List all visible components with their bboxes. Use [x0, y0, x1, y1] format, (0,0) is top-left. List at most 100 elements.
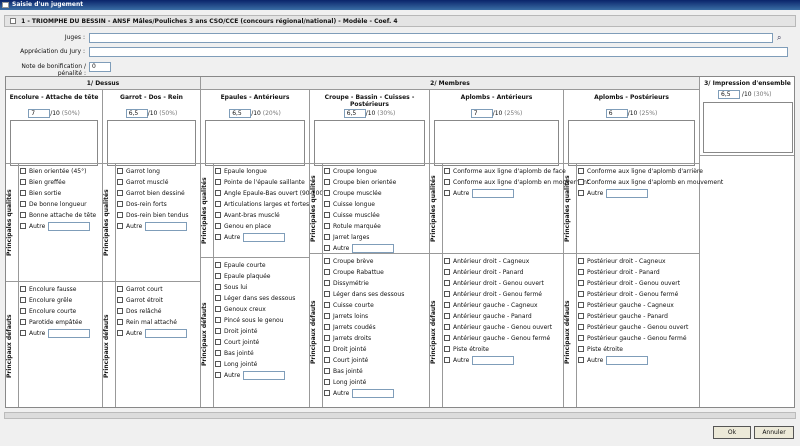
autre-item[interactable]: Autre: [215, 233, 286, 243]
checkbox[interactable]: [324, 178, 330, 185]
checkbox[interactable]: [215, 316, 221, 323]
checkbox-item[interactable]: Antérieur gauche - Panard: [444, 312, 532, 322]
checkbox-item[interactable]: Antérieur gauche - Genou ouvert: [444, 323, 552, 333]
autre-input[interactable]: [145, 222, 188, 231]
checkbox-item[interactable]: Antérieur droit - Cagneux: [444, 257, 529, 267]
checkbox[interactable]: [20, 307, 26, 314]
checkbox-item[interactable]: Dos-rein forts: [117, 200, 167, 210]
checkbox-item[interactable]: Avant-bras musclé: [215, 211, 280, 221]
checkbox[interactable]: [117, 167, 123, 174]
checkbox[interactable]: [215, 178, 221, 185]
comment-box[interactable]: [568, 120, 695, 166]
note-input[interactable]: 6,5: [343, 109, 366, 118]
autre-input[interactable]: [243, 371, 286, 380]
comment-box[interactable]: [434, 120, 559, 166]
checkbox-item[interactable]: Droit jointé: [215, 327, 257, 337]
comment-box[interactable]: [314, 120, 425, 166]
checkbox-item[interactable]: Garrot long: [117, 167, 160, 177]
checkbox[interactable]: [578, 290, 584, 297]
checkbox[interactable]: [578, 301, 584, 308]
checkbox-item[interactable]: Antérieur droit - Genou ouvert: [444, 279, 544, 289]
checkbox-item[interactable]: Postérieur droit - Genou ouvert: [578, 279, 680, 289]
checkbox[interactable]: [215, 200, 221, 207]
checkbox-item[interactable]: Postérieur droit - Panard: [578, 268, 660, 278]
checkbox-item[interactable]: Genoux creux: [215, 305, 266, 315]
checkbox[interactable]: [20, 167, 26, 174]
checkbox-item[interactable]: Antérieur droit - Panard: [444, 268, 523, 278]
checkbox-item[interactable]: Postérieur droit - Genou fermé: [578, 290, 678, 300]
autre-input[interactable]: [606, 356, 649, 365]
checkbox[interactable]: [444, 312, 450, 319]
appreciation-input[interactable]: [89, 47, 788, 57]
checkbox-item[interactable]: Croupe brève: [324, 257, 373, 267]
checkbox-item[interactable]: Dos relâché: [117, 307, 162, 317]
checkbox[interactable]: [324, 279, 330, 286]
autre-input[interactable]: [606, 189, 649, 198]
checkbox[interactable]: [20, 200, 26, 207]
checkbox-item[interactable]: Garrot étroit: [117, 296, 163, 306]
autre-item[interactable]: Autre: [578, 189, 649, 199]
checkbox[interactable]: [324, 334, 330, 341]
checkbox-item[interactable]: Dissymétrie: [324, 279, 369, 289]
checkbox-item[interactable]: Epaule longue: [215, 167, 267, 177]
checkbox-item[interactable]: Genou en place: [215, 222, 271, 232]
checkbox-item[interactable]: Postérieur gauche - Genou ouvert: [578, 323, 688, 333]
juges-input[interactable]: [89, 33, 773, 43]
checkbox-item[interactable]: Piste étroite: [578, 345, 623, 355]
search-icon[interactable]: ⌕: [777, 33, 788, 43]
checkbox[interactable]: [117, 189, 123, 196]
checkbox[interactable]: [444, 334, 450, 341]
checkbox[interactable]: [215, 167, 221, 174]
checkbox[interactable]: [215, 211, 221, 218]
note-input[interactable]: 6,5: [229, 109, 252, 118]
note-input[interactable]: 7: [470, 109, 493, 118]
checkbox-item[interactable]: Bien greffée: [20, 178, 66, 188]
note-input[interactable]: 7: [28, 109, 51, 118]
checkbox-item[interactable]: Bas jointé: [324, 367, 363, 377]
comment-box[interactable]: [10, 120, 98, 166]
checkbox[interactable]: [20, 189, 26, 196]
checkbox-item[interactable]: Rein mal attaché: [117, 318, 177, 328]
checkbox-item[interactable]: Cuisse longue: [324, 200, 375, 210]
bonification-input[interactable]: 0: [89, 62, 111, 72]
checkbox[interactable]: [444, 268, 450, 275]
checkbox[interactable]: [324, 290, 330, 297]
checkbox-item[interactable]: Parotide empâtée: [20, 318, 82, 328]
checkbox-item[interactable]: Antérieur gauche - Genou fermé: [444, 334, 550, 344]
checkbox[interactable]: [444, 345, 450, 352]
section-header[interactable]: 1 - TRIOMPHE DU BESSIN - ANSF Mâles/Poul…: [4, 15, 796, 27]
autre-item[interactable]: Autre: [117, 329, 188, 339]
checkbox[interactable]: [444, 167, 450, 174]
checkbox[interactable]: [444, 178, 450, 185]
checkbox-item[interactable]: Croupe Rabattue: [324, 268, 384, 278]
checkbox-item[interactable]: Pointe de l'épaule saillante: [215, 178, 305, 188]
checkbox[interactable]: [324, 167, 330, 174]
checkbox[interactable]: [117, 222, 123, 229]
checkbox[interactable]: [215, 283, 221, 290]
autre-item[interactable]: Autre: [444, 189, 515, 199]
checkbox[interactable]: [215, 305, 221, 312]
checkbox[interactable]: [444, 356, 450, 363]
checkbox-item[interactable]: Court jointé: [215, 338, 259, 348]
checkbox-item[interactable]: Croupe bien orientée: [324, 178, 396, 188]
collapse-icon[interactable]: [10, 18, 16, 24]
checkbox[interactable]: [324, 323, 330, 330]
checkbox[interactable]: [324, 200, 330, 207]
checkbox-item[interactable]: Bonne attache de tête: [20, 211, 96, 221]
autre-input[interactable]: [472, 356, 515, 365]
checkbox[interactable]: [20, 318, 26, 325]
checkbox[interactable]: [444, 323, 450, 330]
checkbox-item[interactable]: De bonne longueur: [20, 200, 87, 210]
checkbox[interactable]: [215, 222, 221, 229]
checkbox-item[interactable]: Croupe longue: [324, 167, 377, 177]
checkbox[interactable]: [324, 389, 330, 396]
checkbox-item[interactable]: Pincé sous le genou: [215, 316, 284, 326]
checkbox[interactable]: [324, 211, 330, 218]
checkbox[interactable]: [20, 285, 26, 292]
comment-box[interactable]: [107, 120, 196, 166]
checkbox-item[interactable]: Dos-rein bien tendus: [117, 211, 188, 221]
checkbox-item[interactable]: Encolure courte: [20, 307, 76, 317]
checkbox-item[interactable]: Bas jointé: [215, 349, 254, 359]
checkbox-item[interactable]: Antérieur gauche - Cagneux: [444, 301, 538, 311]
autre-item[interactable]: Autre: [578, 356, 649, 366]
